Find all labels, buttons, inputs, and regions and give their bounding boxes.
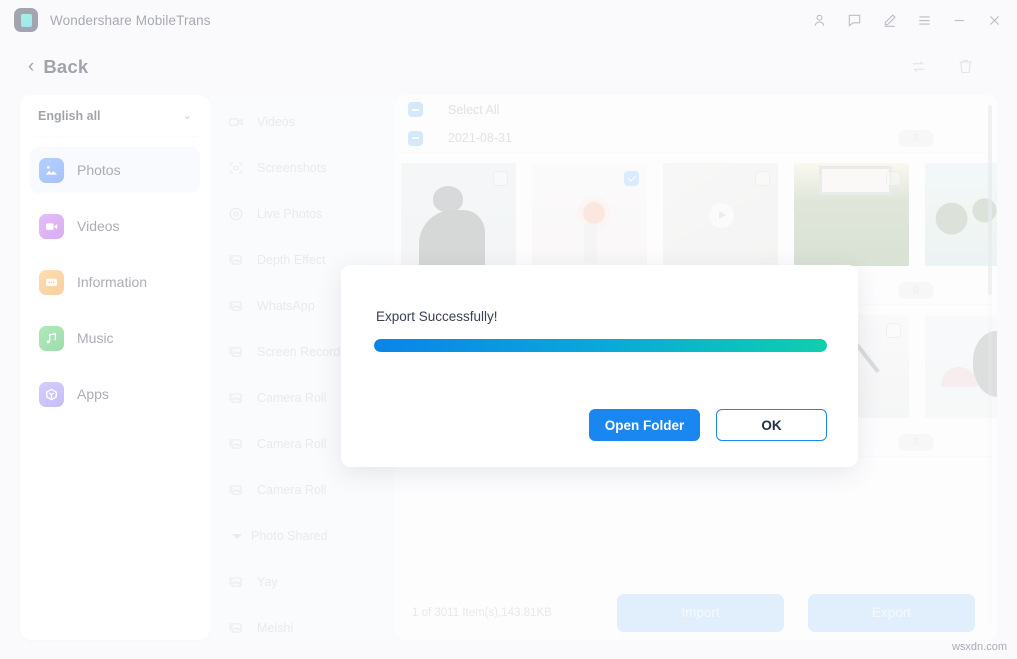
app-window: Wondershare MobileTrans <box>0 0 1017 659</box>
progress-bar <box>374 339 827 352</box>
ok-button[interactable]: OK <box>716 409 827 441</box>
dialog-title: Export Successfully! <box>376 309 498 324</box>
export-success-dialog: Export Successfully! Open Folder OK <box>341 265 858 467</box>
open-folder-button[interactable]: Open Folder <box>589 409 700 441</box>
watermark: wsxdn.com <box>952 641 1007 653</box>
progress-bar-fill <box>374 339 827 352</box>
